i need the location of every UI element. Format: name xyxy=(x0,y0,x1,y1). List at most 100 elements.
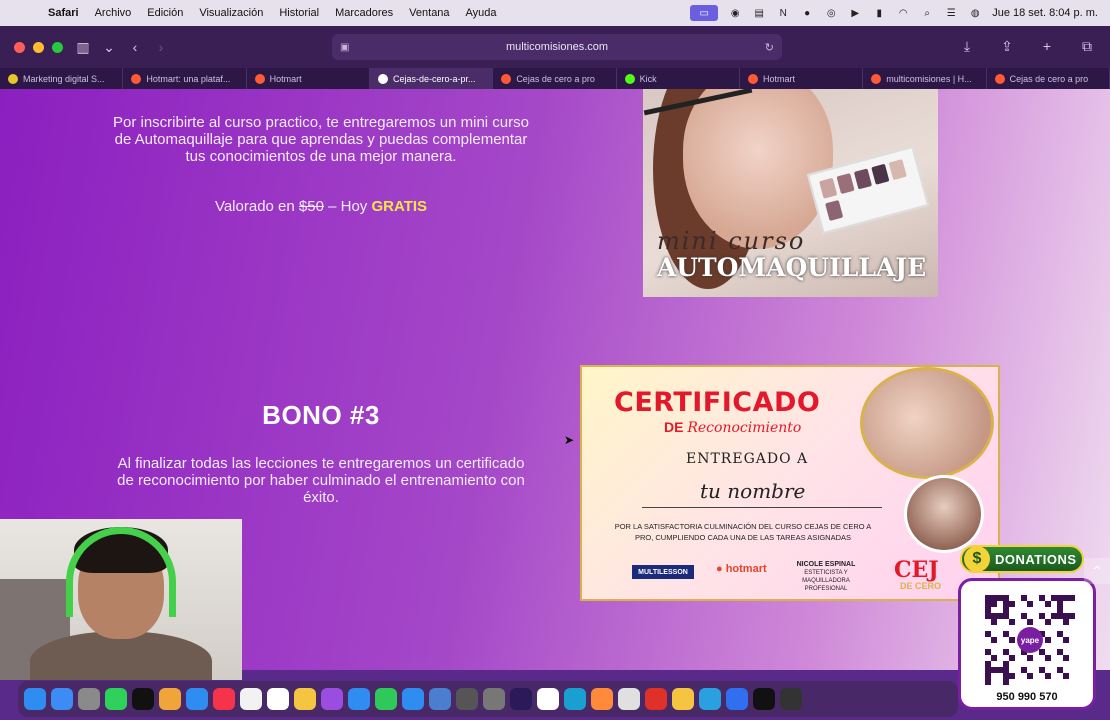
certificate-name: tu nombre xyxy=(700,479,806,503)
dock-pdf-icon[interactable] xyxy=(645,688,667,710)
sidebar-toggle-icon[interactable]: ▥ xyxy=(70,39,96,56)
menu-historial[interactable]: Historial xyxy=(271,7,327,19)
dock-finder-icon[interactable] xyxy=(24,688,46,710)
screen-share-icon[interactable]: ▭ xyxy=(690,5,719,21)
dock-notion-icon[interactable] xyxy=(537,688,559,710)
yape-logo: yape xyxy=(1017,627,1043,653)
address-bar[interactable]: ▣ multicomisiones.com ↻ xyxy=(332,34,782,60)
dock-tv-icon[interactable] xyxy=(132,688,154,710)
palette-pan xyxy=(836,173,855,195)
dock-messages-icon[interactable] xyxy=(105,688,127,710)
favicon-icon xyxy=(131,73,142,84)
dock-finder-2-icon[interactable] xyxy=(564,688,586,710)
certificate-image: CERTIFICADO DE Reconocimiento ENTREGADO … xyxy=(580,365,1000,601)
page-settings-icon[interactable]: ▣ xyxy=(340,42,349,53)
dock-capcut-icon[interactable] xyxy=(753,688,775,710)
tab-label: Marketing digital S... xyxy=(23,73,105,84)
clock[interactable]: Jue 18 set. 8:04 p. m. xyxy=(992,7,1098,19)
favicon-icon xyxy=(624,73,635,84)
chevron-down-icon[interactable]: ⌄ xyxy=(96,39,122,56)
notification-count-icon[interactable]: ● xyxy=(800,7,814,19)
mouse-cursor-icon: ➤ xyxy=(564,433,575,447)
tab-label: Hotmart xyxy=(762,73,795,84)
menu-ventana[interactable]: Ventana xyxy=(401,7,457,19)
dock-app-store-icon[interactable] xyxy=(402,688,424,710)
scroll-up-icon[interactable]: ⌃ xyxy=(1084,558,1110,584)
dock-preview-2-icon[interactable] xyxy=(618,688,640,710)
tab-overview-icon[interactable]: ⧉ xyxy=(1074,38,1100,55)
favicon-icon xyxy=(747,73,758,84)
tab-3[interactable]: Cejas-de-cero-a-pr... xyxy=(369,68,494,89)
new-tab-icon[interactable]: + xyxy=(1034,38,1060,55)
wifi-icon[interactable]: ◠ xyxy=(896,7,910,19)
menu-edicion[interactable]: Edición xyxy=(139,7,191,19)
reload-icon[interactable]: ↻ xyxy=(765,41,774,54)
share-icon[interactable]: ⇪ xyxy=(994,38,1020,55)
pdf-status-icon[interactable]: ▤ xyxy=(752,7,766,19)
dock-numbers-icon[interactable] xyxy=(375,688,397,710)
tab-7[interactable]: multicomisiones | H... xyxy=(863,68,987,89)
dock-music-icon[interactable] xyxy=(213,688,235,710)
airdrop-icon[interactable]: ◎ xyxy=(824,7,838,19)
menu-visualizacion[interactable]: Visualización xyxy=(191,7,271,19)
favicon-icon xyxy=(254,73,265,84)
zoom-window-button[interactable] xyxy=(52,41,63,53)
notion-status-icon[interactable]: N xyxy=(776,7,790,19)
siri-icon[interactable]: ◍ xyxy=(968,7,982,19)
downloads-icon[interactable]: ⤓ xyxy=(954,38,980,55)
valor-mid: – Hoy xyxy=(323,198,372,215)
donations-label: DONATIONS xyxy=(995,551,1077,567)
dock-notes-icon[interactable] xyxy=(294,688,316,710)
dock-keynote-icon[interactable] xyxy=(348,688,370,710)
dock-screenshot-icon[interactable] xyxy=(456,688,478,710)
dock-safari-icon[interactable] xyxy=(186,688,208,710)
mini-curso-promo-image: mini curso AUTOMAQUILLAJE xyxy=(643,89,938,297)
dock-zoom-icon[interactable] xyxy=(726,688,748,710)
bonus2-description: Por inscribirte al curso practico, te en… xyxy=(112,114,529,165)
dock-sublime-icon[interactable] xyxy=(591,688,613,710)
tab-1[interactable]: Hotmart: una plataf... xyxy=(123,68,247,89)
bono3-title: BONO #3 xyxy=(262,400,380,430)
dock-obs-icon[interactable] xyxy=(780,688,802,710)
valor-line: Valorado en $50 – Hoy GRATIS xyxy=(110,198,532,215)
palette-pan xyxy=(853,168,873,190)
dock-mail-icon[interactable] xyxy=(51,688,73,710)
dock-calendar-icon[interactable] xyxy=(267,688,289,710)
close-window-button[interactable] xyxy=(14,41,25,53)
search-icon[interactable]: ⌕ xyxy=(920,7,934,19)
tab-8[interactable]: Cejas de cero a pro xyxy=(987,68,1110,89)
battery-icon[interactable]: ▮ xyxy=(872,7,886,19)
tab-4[interactable]: Cejas de cero a pro xyxy=(493,68,617,89)
dock-telegram-icon[interactable] xyxy=(699,688,721,710)
back-button[interactable]: ‹ xyxy=(122,39,148,55)
tab-0[interactable]: Marketing digital S... xyxy=(0,68,124,89)
dock-photos-icon[interactable] xyxy=(159,688,181,710)
play-icon[interactable]: ▶ xyxy=(848,7,862,19)
palette-pan xyxy=(888,159,907,181)
menu-marcadores[interactable]: Marcadores xyxy=(327,7,401,19)
toolbar-right: ⤓ ⇪ + ⧉ xyxy=(954,38,1100,55)
palette-pan xyxy=(825,199,844,221)
control-center-icon[interactable]: ☰ xyxy=(944,7,958,19)
zoom-status-icon[interactable]: ◉ xyxy=(728,7,742,19)
promo-line1: mini curso xyxy=(657,227,806,255)
tab-5[interactable]: Kick xyxy=(617,68,740,89)
hotmart-logo-text: hotmart xyxy=(725,563,767,575)
menu-safari[interactable]: Safari xyxy=(40,7,87,19)
menu-ayuda[interactable]: Ayuda xyxy=(458,7,505,19)
tab-2[interactable]: Hotmart xyxy=(247,68,370,89)
forward-button[interactable]: › xyxy=(148,39,174,55)
macos-dock xyxy=(18,681,958,717)
palette-pan xyxy=(871,163,890,185)
minimize-window-button[interactable] xyxy=(33,41,44,53)
tab-6[interactable]: Hotmart xyxy=(740,68,864,89)
dock-preview-icon[interactable] xyxy=(429,688,451,710)
certificate-subtitle: DE Reconocimiento xyxy=(664,419,801,436)
dock-podcasts-icon[interactable] xyxy=(321,688,343,710)
dock-reminders-icon[interactable] xyxy=(240,688,262,710)
dock-settings-icon[interactable] xyxy=(483,688,505,710)
menu-archivo[interactable]: Archivo xyxy=(87,7,140,19)
dock-premiere-icon[interactable] xyxy=(510,688,532,710)
dock-launchpad-icon[interactable] xyxy=(78,688,100,710)
dock-chrome-icon[interactable] xyxy=(672,688,694,710)
